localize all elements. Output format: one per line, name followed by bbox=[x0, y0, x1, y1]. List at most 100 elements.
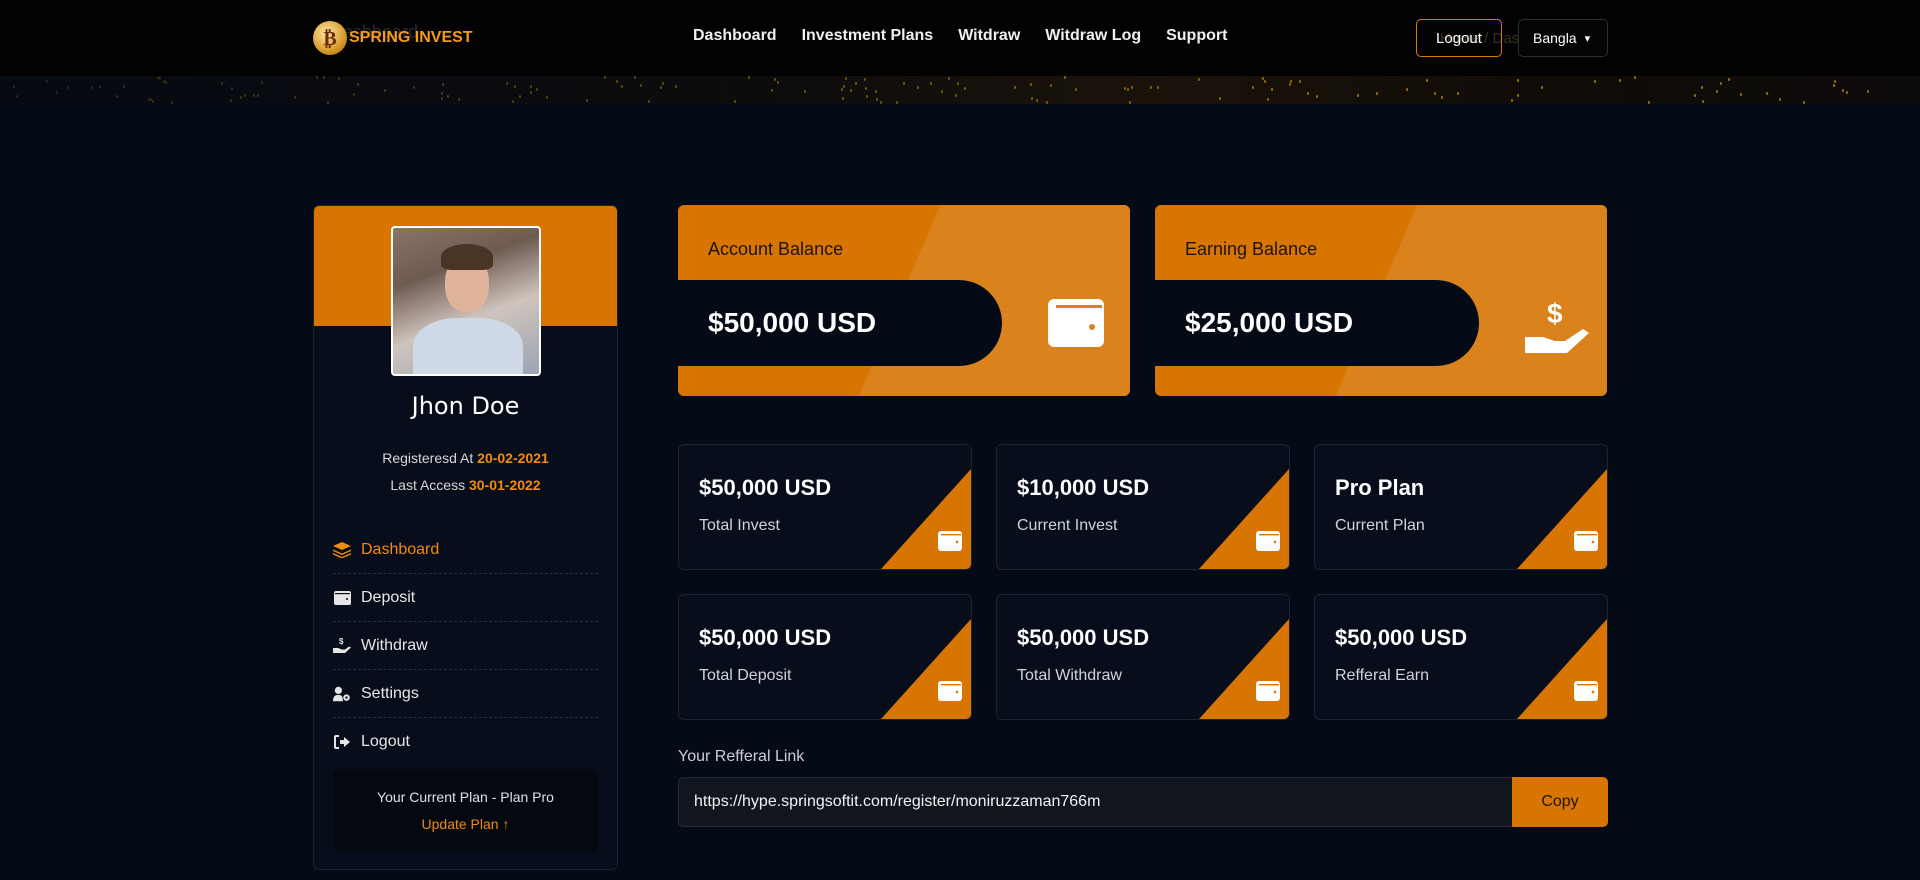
corner-accent bbox=[881, 619, 971, 719]
stat-value: $10,000 USD bbox=[1017, 475, 1150, 500]
sparkle-decoration bbox=[1720, 82, 1722, 85]
earning-balance-card: Earning Balance $25,000 USD $ bbox=[1155, 205, 1607, 396]
sparkle-decoration bbox=[519, 95, 521, 98]
sparkle-decoration bbox=[1129, 101, 1131, 104]
layers-icon bbox=[333, 541, 351, 559]
update-plan-link[interactable]: Update Plan ↑ bbox=[333, 816, 598, 832]
sparkle-decoration bbox=[230, 99, 232, 102]
sparkle-decoration bbox=[774, 78, 776, 81]
sparkle-decoration bbox=[441, 97, 443, 100]
sparkle-decoration bbox=[46, 80, 48, 83]
sparkle-decoration bbox=[864, 78, 866, 81]
sparkle-decoration bbox=[56, 91, 58, 94]
last-access-value: 30-01-2022 bbox=[468, 477, 541, 493]
sparkle-decoration bbox=[843, 85, 845, 88]
sparkle-decoration bbox=[1050, 84, 1052, 87]
sparkle-decoration bbox=[648, 100, 650, 103]
sparkle-decoration bbox=[1803, 101, 1805, 104]
sparkle-decoration bbox=[546, 96, 548, 99]
sparkle-decoration bbox=[660, 86, 662, 89]
language-select[interactable]: Bangla ▾ bbox=[1518, 19, 1608, 57]
nav-witdraw[interactable]: Witdraw bbox=[958, 27, 1020, 45]
brand-logo[interactable]: ₿ SPRING INVEST bbox=[313, 20, 473, 56]
wallet-icon bbox=[1574, 681, 1598, 701]
sparkle-decoration bbox=[955, 94, 957, 97]
sparkle-decoration bbox=[948, 77, 950, 80]
stat-label: Refferal Earn bbox=[1335, 667, 1429, 684]
sparkle-decoration bbox=[165, 81, 167, 84]
sparkle-decoration bbox=[1779, 98, 1781, 101]
sparkle-decoration bbox=[1766, 92, 1768, 95]
sparkle-decoration bbox=[604, 76, 606, 79]
hand-dollar-icon: $ bbox=[1525, 298, 1589, 353]
update-plan-label: Update Plan bbox=[421, 816, 499, 832]
sparkle-decoration bbox=[1834, 80, 1836, 83]
nav-support[interactable]: Support bbox=[1166, 27, 1227, 45]
sparkle-decoration bbox=[1694, 94, 1696, 97]
sparkle-decoration bbox=[1517, 79, 1519, 82]
sparkle-decoration bbox=[1127, 88, 1129, 91]
sparkle-decoration bbox=[957, 82, 959, 85]
sparkle-decoration bbox=[1267, 98, 1269, 101]
sparkle-decoration bbox=[253, 94, 255, 97]
sparkle-decoration bbox=[536, 88, 538, 91]
profile-name: Jhon Doe bbox=[411, 392, 520, 420]
sparkle-decoration bbox=[67, 86, 69, 89]
nav-witdraw-log[interactable]: Witdraw Log bbox=[1045, 27, 1141, 45]
sidebar-item-withdraw[interactable]: $ Withdraw bbox=[333, 622, 598, 670]
stat-card-referral-earn: $50,000 USD Refferal Earn bbox=[1314, 594, 1608, 720]
sparkle-decoration bbox=[1740, 93, 1742, 96]
sidebar-item-deposit[interactable]: Deposit bbox=[333, 574, 598, 622]
user-cog-icon bbox=[333, 685, 351, 703]
sparkle-decoration bbox=[512, 100, 514, 103]
sparkle-decoration bbox=[1594, 80, 1596, 83]
sidebar-item-dashboard[interactable]: Dashboard bbox=[333, 526, 598, 574]
sparkle-decoration bbox=[1541, 86, 1543, 89]
sparkle-decoration bbox=[1252, 86, 1254, 89]
last-access: Last Access 30-01-2022 bbox=[314, 477, 617, 493]
sparkle-decoration bbox=[1716, 90, 1718, 93]
sidebar-item-logout[interactable]: Logout bbox=[333, 718, 598, 766]
sparkle-decoration bbox=[866, 95, 868, 98]
sparkle-decoration bbox=[384, 89, 386, 92]
copy-button[interactable]: Copy bbox=[1512, 777, 1608, 827]
sparkle-decoration bbox=[294, 96, 296, 99]
sparkle-decoration bbox=[530, 85, 532, 88]
sparkle-decoration bbox=[964, 87, 966, 90]
sparkle-decoration bbox=[634, 76, 636, 79]
referral-link-input[interactable] bbox=[678, 777, 1514, 827]
balance-label: Earning Balance bbox=[1185, 239, 1318, 259]
sparkle-decoration bbox=[1833, 84, 1835, 87]
nav-investment-plans[interactable]: Investment Plans bbox=[802, 27, 934, 45]
sparkle-decoration bbox=[231, 87, 233, 90]
current-plan-text: Your Current Plan - Plan Pro bbox=[377, 789, 554, 805]
sparkle-decoration bbox=[1131, 86, 1133, 89]
stat-value: $50,000 USD bbox=[1017, 625, 1150, 650]
sparkle-decoration bbox=[1511, 99, 1513, 102]
corner-accent bbox=[881, 469, 971, 569]
sparkle-decoration bbox=[1702, 100, 1704, 103]
sparkle-decoration bbox=[442, 83, 444, 86]
sparkle-decoration bbox=[1031, 97, 1033, 100]
profile-card: Jhon Doe Registeresd At 20-02-2021 Last … bbox=[313, 205, 618, 870]
balance-value: $25,000 USD bbox=[1155, 280, 1479, 366]
sidebar-item-label: Withdraw bbox=[361, 636, 428, 654]
sidebar-item-label: Logout bbox=[361, 733, 410, 750]
corner-accent bbox=[1517, 619, 1607, 719]
stat-card-total-invest: $50,000 USD Total Invest bbox=[678, 444, 972, 570]
sparkle-decoration bbox=[91, 86, 93, 89]
logout-button[interactable]: Logout bbox=[1416, 19, 1502, 57]
sparkle-decoration bbox=[116, 95, 118, 98]
sparkle-decoration bbox=[1157, 86, 1159, 89]
sparkle-decoration bbox=[447, 95, 449, 98]
sparkle-decoration bbox=[903, 82, 905, 85]
sparkle-decoration bbox=[1846, 91, 1848, 94]
sparkle-decoration bbox=[16, 95, 18, 98]
registered-label: Registeresd At bbox=[382, 450, 474, 466]
language-selected: Bangla bbox=[1533, 30, 1577, 46]
stat-value: Pro Plan bbox=[1335, 475, 1425, 500]
sparkle-decoration bbox=[1036, 99, 1038, 102]
nav-dashboard[interactable]: Dashboard bbox=[693, 27, 777, 45]
sidebar-item-settings[interactable]: Settings bbox=[333, 670, 598, 718]
sparkle-decoration bbox=[1299, 80, 1301, 83]
